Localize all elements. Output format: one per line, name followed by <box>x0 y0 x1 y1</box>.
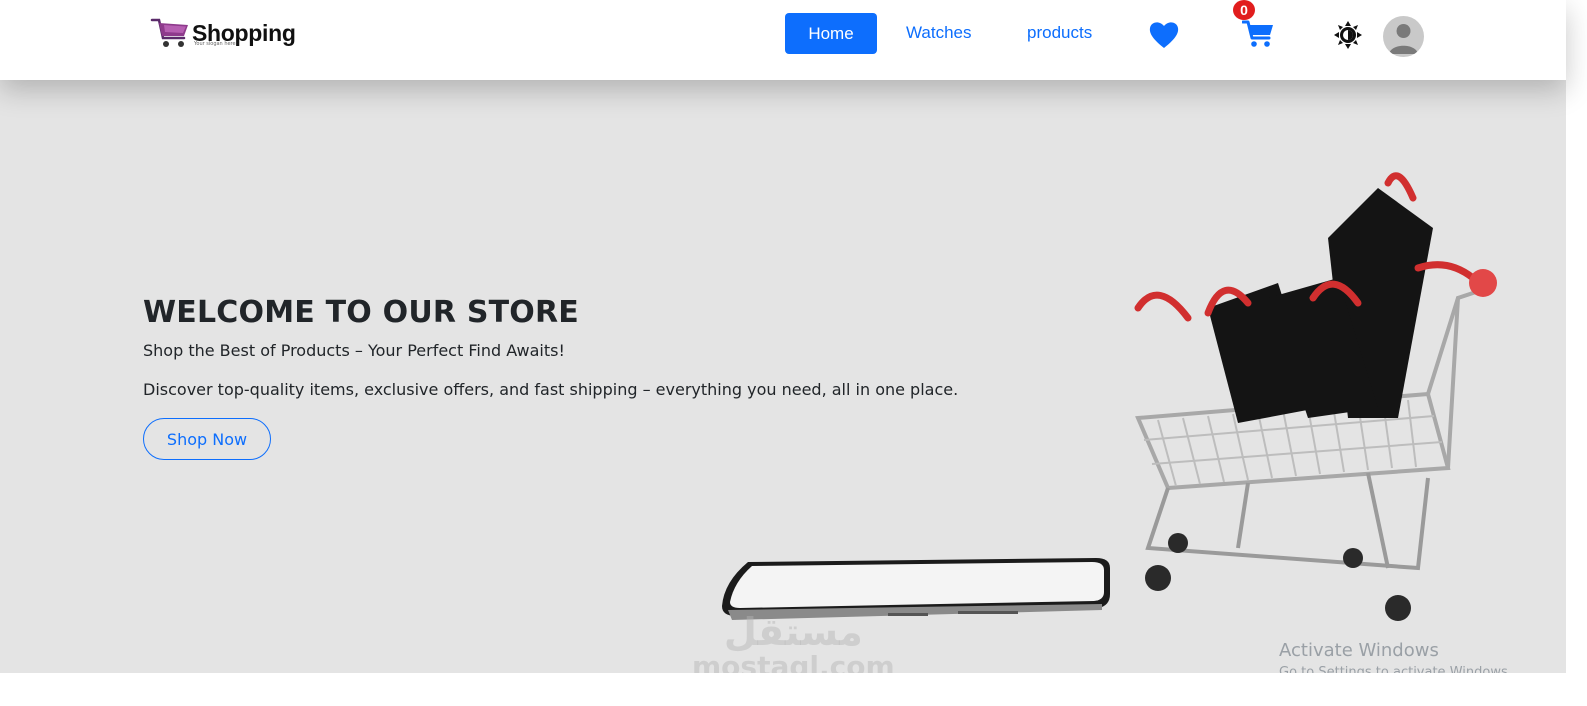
heart-icon[interactable] <box>1148 20 1180 50</box>
theme-toggle-icon[interactable] <box>1334 21 1362 49</box>
watermark-arabic: مستقل <box>723 610 863 654</box>
brand-slogan: Your slogan here <box>194 41 236 47</box>
nav-products-link[interactable]: products <box>1027 23 1092 43</box>
activate-windows-notice: Activate Windows Go to Settings to activ… <box>1279 640 1512 673</box>
hero-title: WELCOME TO OUR STORE <box>143 295 579 330</box>
user-silhouette-icon <box>1389 24 1418 54</box>
hero-section: WELCOME TO OUR STORE Shop the Best of Pr… <box>0 80 1566 673</box>
shopping-cart-logo-icon <box>150 18 188 47</box>
navbar: Shopping Your slogan here Home Watches p… <box>0 0 1566 80</box>
page-footer-edge <box>0 673 1587 706</box>
scrollbar-gutter[interactable] <box>1566 0 1587 706</box>
cart-count-badge: 0 <box>1233 0 1255 20</box>
hero-description: Discover top-quality items, exclusive of… <box>143 380 959 399</box>
hero-subtitle: Shop the Best of Products – Your Perfect… <box>143 341 565 360</box>
activate-windows-title: Activate Windows <box>1279 640 1439 661</box>
mostaql-watermark: مستقل mostaql.com <box>692 610 895 673</box>
nav-watches-link[interactable]: Watches <box>906 23 972 43</box>
user-avatar[interactable] <box>1383 16 1424 57</box>
watermark-latin: mostaql.com <box>692 650 895 673</box>
shop-now-button[interactable]: Shop Now <box>143 418 271 460</box>
shopping-trolley-image <box>1134 172 1497 621</box>
activate-windows-subtitle: Go to Settings to activate Windows. <box>1279 665 1512 673</box>
cart-icon[interactable] <box>1242 20 1274 48</box>
brand-logo[interactable]: Shopping Your slogan here <box>150 16 296 50</box>
nav-home-button[interactable]: Home <box>785 13 877 54</box>
